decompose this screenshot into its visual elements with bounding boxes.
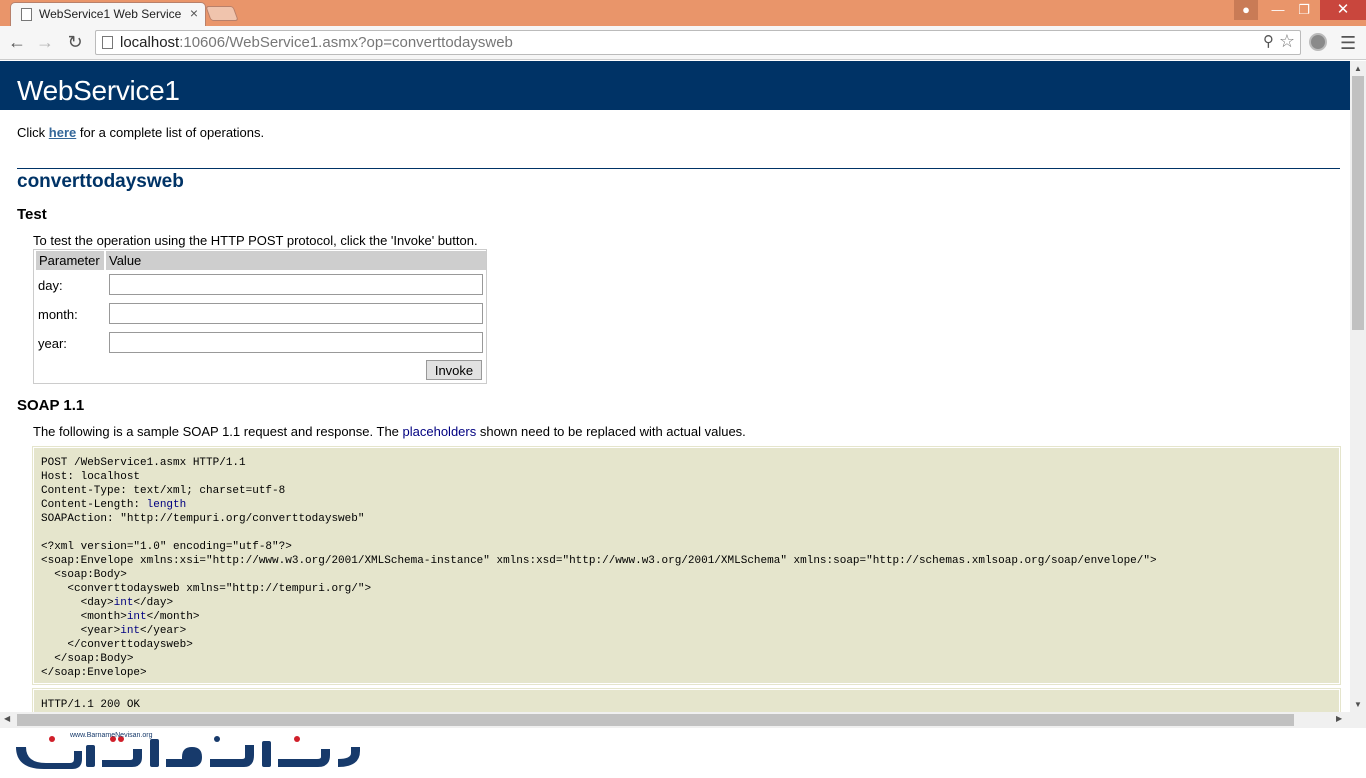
back-arrow-icon[interactable]: ← [5,31,29,53]
new-tab-button[interactable] [205,6,239,21]
page-header: WebService1 [0,61,1350,110]
barnamenevisan-logo [16,736,360,769]
browser-tab[interactable]: WebService1 Web Service × [10,2,206,26]
parameter-table: Parameter Value day: month: year: Invoke [33,249,487,384]
placeholder-int: int [120,625,141,637]
minimize-button[interactable]: — [1266,0,1290,20]
operation-title: converttodaysweb [17,171,184,192]
user-icon[interactable]: ● [1234,0,1258,20]
soap-request-sample: POST /WebService1.asmx HTTP/1.1 Host: lo… [32,446,1341,685]
param-label-year: year: [38,336,67,351]
param-label-month: month: [38,307,78,322]
intro-text: Click here for a complete list of operat… [17,125,265,140]
operations-list-link[interactable]: here [49,125,76,140]
page-icon [102,36,113,49]
zoom-icon[interactable]: ⚲ [1263,32,1274,50]
horizontal-scrollbar[interactable]: ◀ ▶ [0,712,1350,728]
placeholders-term: placeholders [402,424,477,439]
bookmark-star-icon[interactable]: ☆ [1279,31,1295,52]
year-input[interactable] [109,332,483,353]
tab-title: WebService1 Web Service [39,7,182,21]
reload-icon[interactable]: ↻ [63,31,87,53]
scroll-up-arrow-icon[interactable]: ▲ [1350,64,1366,73]
logo-url-text: www.BarnameNevisan.org [70,732,153,739]
browser-toolbar: ← → ↻ localhost:10606/WebService1.asmx?o… [0,26,1366,60]
close-tab-icon[interactable]: × [190,5,198,21]
page-viewport: WebService1 Click here for a complete li… [0,61,1350,712]
vertical-scroll-thumb[interactable] [1352,76,1364,330]
placeholder-int: int [113,597,134,609]
day-input[interactable] [109,274,483,295]
scroll-left-arrow-icon[interactable]: ◀ [4,714,10,723]
soap-intro-text: The following is a sample SOAP 1.1 reque… [33,424,746,439]
scroll-right-arrow-icon[interactable]: ▶ [1336,714,1342,723]
address-bar[interactable]: localhost:10606/WebService1.asmx?op=conv… [95,30,1301,55]
browser-title-bar: WebService1 Web Service × ● — ❐ ✕ [0,0,1366,26]
invoke-button[interactable]: Invoke [426,360,482,380]
page-title: WebService1 [17,75,180,106]
test-heading: Test [17,206,47,223]
watermark-strip: www.BarnameNevisan.org [0,728,1366,778]
restore-button[interactable]: ❐ [1292,0,1316,20]
extension-icon[interactable] [1309,33,1327,51]
url-text[interactable]: localhost:10606/WebService1.asmx?op=conv… [120,34,513,51]
month-input[interactable] [109,303,483,324]
horizontal-scroll-thumb[interactable] [17,714,1294,726]
forward-arrow-icon[interactable]: → [33,31,57,53]
scrollbar-corner [1350,712,1366,728]
close-window-button[interactable]: ✕ [1320,0,1366,20]
page-icon [21,8,32,21]
column-header-parameter: Parameter [36,251,104,270]
column-header-value: Value [106,251,486,270]
param-label-day: day: [38,278,63,293]
test-instructions: To test the operation using the HTTP POS… [33,233,478,248]
soap-response-sample: HTTP/1.1 200 OK [32,688,1341,712]
soap-heading: SOAP 1.1 [17,397,85,414]
scroll-down-arrow-icon[interactable]: ▼ [1350,700,1366,709]
placeholder-int: int [126,611,147,623]
placeholder-length: length [146,499,187,511]
vertical-scrollbar[interactable]: ▲ ▼ [1350,61,1366,712]
divider [17,168,1340,169]
menu-icon[interactable]: ☰ [1340,33,1356,54]
